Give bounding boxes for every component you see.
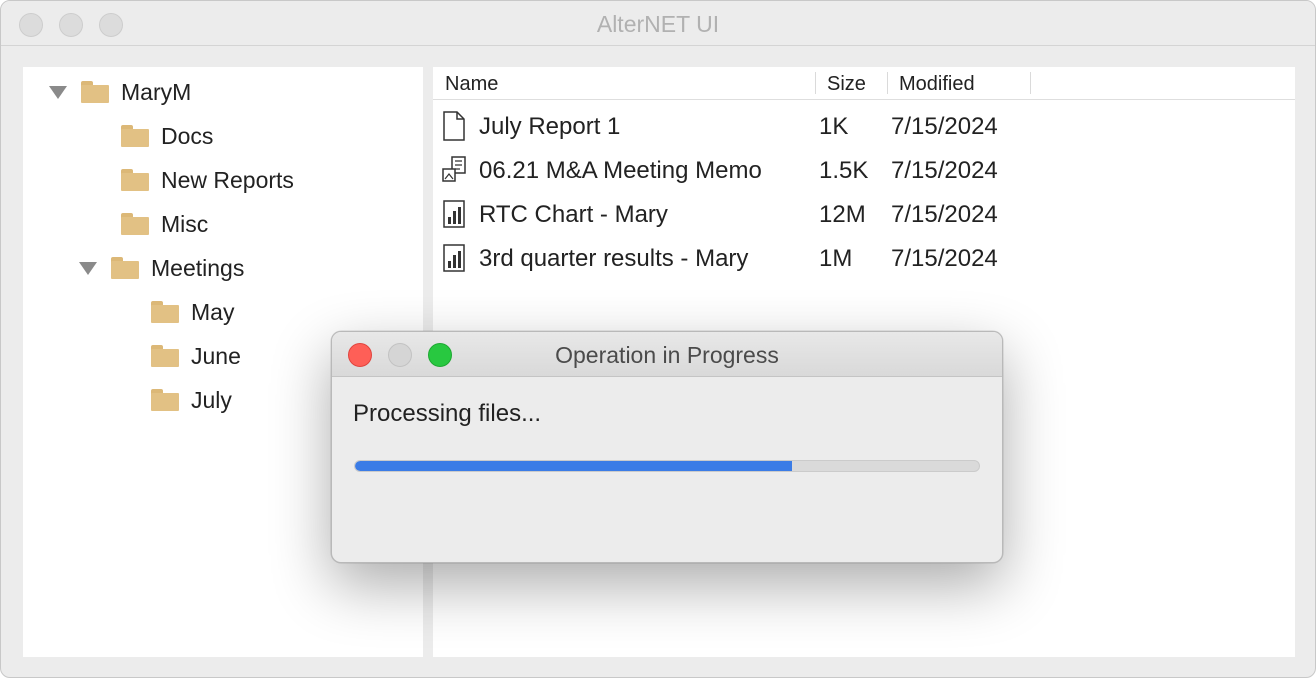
- file-size: 1K: [819, 113, 849, 140]
- file-modified: 7/15/2024: [891, 245, 998, 272]
- image-document-icon: [442, 156, 466, 182]
- file-name: RTC Chart - Mary: [479, 201, 668, 228]
- column-separator[interactable]: [815, 72, 816, 94]
- expand-triangle-icon[interactable]: [79, 261, 97, 275]
- folder-icon: [121, 213, 149, 235]
- tree-item-label: Meetings: [151, 254, 245, 281]
- tree-item-label: June: [191, 342, 241, 369]
- table-row[interactable]: RTC Chart - Mary 12M 7/15/2024: [433, 193, 1295, 233]
- tree-item-docs[interactable]: Docs: [121, 121, 213, 151]
- folder-icon: [81, 81, 109, 103]
- tree-item-meetings[interactable]: Meetings: [79, 253, 244, 283]
- folder-icon: [121, 125, 149, 147]
- dialog-title-bar: Operation in Progress: [332, 332, 1002, 377]
- column-separator[interactable]: [1030, 72, 1031, 94]
- tree-item-may[interactable]: May: [151, 297, 234, 327]
- column-header-name[interactable]: Name: [445, 73, 498, 96]
- progress-bar-fill: [355, 461, 792, 471]
- file-size: 1.5K: [819, 157, 869, 184]
- tree-item-label: New Reports: [161, 166, 294, 193]
- column-header-modified[interactable]: Modified: [899, 73, 975, 96]
- table-row[interactable]: 06.21 M&A Meeting Memo 1.5K 7/15/2024: [433, 149, 1295, 189]
- chart-icon: [443, 200, 465, 228]
- tree-item-june[interactable]: June: [151, 341, 241, 371]
- tree-item-july[interactable]: July: [151, 385, 232, 415]
- dialog-title: Operation in Progress: [555, 342, 779, 368]
- tree-item-label: May: [191, 298, 235, 325]
- file-modified: 7/15/2024: [891, 113, 998, 140]
- file-size: 12M: [819, 201, 866, 228]
- expand-triangle-icon[interactable]: [49, 85, 67, 99]
- chart-icon: [443, 244, 465, 272]
- folder-icon: [121, 169, 149, 191]
- list-header: Name Size Modified: [433, 69, 1295, 100]
- folder-icon: [111, 257, 139, 279]
- table-row[interactable]: 3rd quarter results - Mary 1M 7/15/2024: [433, 237, 1295, 277]
- file-name: July Report 1: [479, 113, 621, 140]
- tree-item-marym[interactable]: MaryM: [49, 77, 191, 107]
- document-icon: [443, 111, 465, 141]
- folder-icon: [151, 301, 179, 323]
- progress-dialog: Operation in Progress Processing files..…: [331, 331, 1003, 563]
- tree-item-new-reports[interactable]: New Reports: [121, 165, 294, 195]
- tree-item-label: MaryM: [121, 78, 192, 105]
- tree-item-label: July: [191, 386, 232, 413]
- folder-icon: [151, 345, 179, 367]
- tree-item-label: Misc: [161, 210, 209, 237]
- window-title: AlterNET UI: [596, 11, 720, 37]
- column-header-size[interactable]: Size: [827, 73, 866, 96]
- dialog-message: Processing files...: [353, 400, 542, 427]
- file-name: 3rd quarter results - Mary: [479, 245, 749, 272]
- folder-icon: [151, 389, 179, 411]
- column-separator[interactable]: [887, 72, 888, 94]
- file-modified: 7/15/2024: [891, 201, 998, 228]
- file-modified: 7/15/2024: [891, 157, 998, 184]
- tree-item-misc[interactable]: Misc: [121, 209, 208, 239]
- table-row[interactable]: July Report 1 1K 7/15/2024: [433, 105, 1295, 145]
- file-name: 06.21 M&A Meeting Memo: [479, 157, 762, 184]
- progress-bar: [354, 460, 980, 472]
- tree-item-label: Docs: [161, 122, 214, 149]
- file-size: 1M: [819, 245, 853, 272]
- title-bar: AlterNET UI: [1, 1, 1315, 46]
